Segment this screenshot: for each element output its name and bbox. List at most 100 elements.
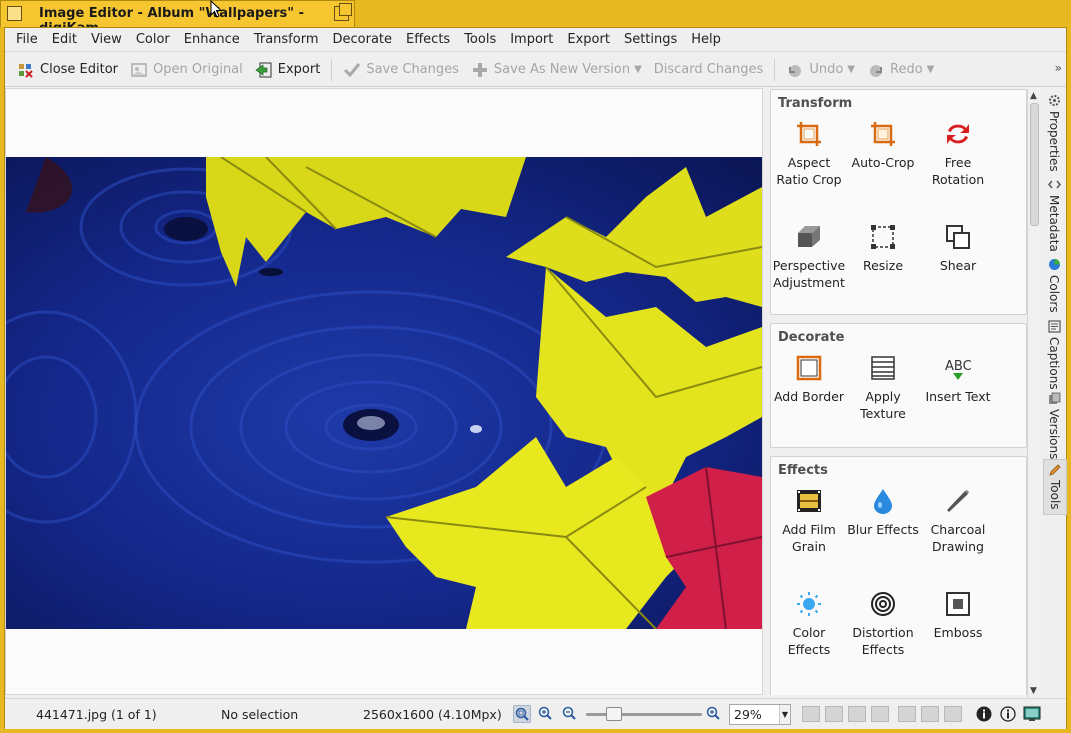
close-editor-icon	[17, 61, 35, 79]
distortion-icon	[869, 590, 897, 618]
tool-apply-texture[interactable]: Apply Texture	[845, 354, 921, 422]
resize-icon	[869, 223, 897, 251]
redo-button[interactable]: Redo ▼	[861, 55, 940, 85]
preview-split-horizontal-icon[interactable]	[848, 706, 866, 722]
blur-drop-icon	[869, 487, 897, 515]
tab-captions[interactable]: Captions	[1043, 317, 1067, 390]
tool-label: Aspect Ratio Crop	[776, 155, 842, 187]
save-new-version-label: Save As New Version	[493, 62, 631, 77]
menu-decorate[interactable]: Decorate	[325, 32, 399, 47]
tool-add-film-grain[interactable]: Add Film Grain	[771, 487, 847, 555]
tab-properties[interactable]: Properties	[1043, 91, 1067, 173]
tool-aspect-ratio-crop[interactable]: Aspect Ratio Crop	[771, 120, 847, 188]
menu-file[interactable]: File	[9, 32, 45, 47]
menu-color[interactable]: Color	[129, 32, 177, 47]
tool-charcoal-drawing[interactable]: Charcoal Drawing	[920, 487, 996, 555]
tab-versions[interactable]: Versions	[1043, 389, 1067, 460]
mouse-cursor-icon	[210, 0, 223, 22]
tool-label: Free Rotation	[931, 155, 985, 187]
menu-settings[interactable]: Settings	[617, 32, 684, 47]
preview-target-icon[interactable]	[921, 706, 939, 722]
zoom-level-value: 29%	[734, 707, 762, 722]
film-grain-icon	[795, 487, 823, 515]
tool-color-effects[interactable]: Color Effects	[771, 590, 847, 658]
chevron-down-icon[interactable]: ▼	[927, 64, 935, 75]
menu-help[interactable]: Help	[684, 32, 728, 47]
zoom-in-button[interactable]	[537, 705, 555, 723]
tool-auto-crop[interactable]: Auto-Crop	[845, 120, 921, 171]
tool-perspective-adjustment[interactable]: Perspective Adjustment	[771, 223, 847, 291]
color-managed-view-icon[interactable]	[1023, 705, 1041, 723]
menu-export[interactable]: Export	[560, 32, 617, 47]
open-original-label: Open Original	[153, 62, 243, 77]
info-filled-icon[interactable]	[975, 705, 993, 723]
menu-tools[interactable]: Tools	[457, 32, 503, 47]
info-outline-icon[interactable]	[999, 705, 1017, 723]
tab-label: Versions	[1047, 409, 1061, 460]
tool-insert-text[interactable]: ABC Insert Text	[920, 354, 996, 405]
chevron-down-icon[interactable]: ▼	[779, 705, 790, 724]
tab-colors[interactable]: Colors	[1043, 255, 1067, 315]
zoom-level-combo[interactable]: 29% ▼	[729, 704, 791, 725]
export-icon	[255, 61, 273, 79]
window-menu-icon[interactable]	[7, 6, 22, 21]
zoom-slider[interactable]	[586, 707, 702, 721]
editor-window: File Edit View Color Enhance Transform D…	[4, 27, 1067, 729]
window-restore-icon[interactable]	[334, 3, 352, 21]
toolbar-separator	[331, 58, 333, 81]
preview-original-icon[interactable]	[802, 706, 820, 722]
preview-split-vertical-icon[interactable]	[871, 706, 889, 722]
zoom-in-max-button[interactable]	[705, 705, 723, 723]
tool-label: Perspective Adjustment	[772, 258, 846, 290]
menu-view[interactable]: View	[84, 32, 129, 47]
menu-bar: File Edit View Color Enhance Transform D…	[5, 28, 1066, 52]
discard-changes-button[interactable]: Discard Changes	[648, 55, 770, 85]
menu-import[interactable]: Import	[503, 32, 560, 47]
tool-resize[interactable]: Resize	[845, 223, 921, 274]
tab-metadata[interactable]: Metadata	[1043, 175, 1067, 253]
tool-label: Emboss	[933, 625, 983, 640]
decorate-group: Decorate Add Border Apply Texture ABC In…	[770, 323, 1027, 448]
preview-mask-icon[interactable]	[944, 706, 962, 722]
tool-shear[interactable]: Shear	[920, 223, 996, 274]
menu-enhance[interactable]: Enhance	[177, 32, 247, 47]
preview-side-by-side-icon[interactable]	[825, 706, 843, 722]
preview-mode-icon[interactable]	[898, 706, 916, 722]
redo-icon	[867, 61, 885, 79]
close-editor-button[interactable]: Close Editor	[11, 55, 124, 85]
window-titlebar[interactable]: Image Editor - Album "Wallpapers" - digi…	[0, 0, 355, 36]
scroll-up-icon[interactable]: ▲	[1030, 91, 1037, 101]
chevron-down-icon[interactable]: ▼	[634, 64, 642, 75]
menu-effects[interactable]: Effects	[399, 32, 457, 47]
menu-transform[interactable]: Transform	[247, 32, 326, 47]
tool-distortion-effects[interactable]: Distortion Effects	[845, 590, 921, 658]
undo-icon	[786, 61, 804, 79]
zoom-out-button[interactable]	[561, 705, 579, 723]
menu-edit[interactable]: Edit	[45, 32, 84, 47]
save-new-version-button[interactable]: Save As New Version ▼	[465, 55, 648, 85]
zoom-slider-handle[interactable]	[606, 707, 622, 721]
color-effects-icon	[795, 590, 823, 618]
scrollbar-thumb[interactable]	[1030, 103, 1039, 226]
toolbar-overflow-button[interactable]: »	[1055, 61, 1062, 75]
export-button[interactable]: Export	[249, 55, 327, 85]
undo-button[interactable]: Undo ▼	[780, 55, 861, 85]
open-original-button[interactable]: Open Original	[124, 55, 249, 85]
image-canvas[interactable]	[5, 88, 763, 695]
tool-emboss[interactable]: Emboss	[920, 590, 996, 641]
tools-panel-scrollbar[interactable]: ▲ ▼	[1027, 89, 1041, 698]
tool-label: Distortion Effects	[852, 625, 914, 657]
tab-tools[interactable]: Tools	[1043, 459, 1067, 515]
effects-group: Effects Add Film Grain Blur Effects Char…	[770, 456, 1027, 695]
zoom-fit-button[interactable]	[513, 705, 531, 723]
tab-label: Captions	[1047, 337, 1061, 390]
scroll-down-icon[interactable]: ▼	[1030, 686, 1037, 696]
tool-blur-effects[interactable]: Blur Effects	[845, 487, 921, 538]
save-changes-button[interactable]: Save Changes	[337, 55, 465, 85]
chevron-down-icon[interactable]: ▼	[847, 64, 855, 75]
tool-add-border[interactable]: Add Border	[771, 354, 847, 405]
insert-text-icon: ABC	[944, 354, 972, 382]
tool-free-rotation[interactable]: Free Rotation	[920, 120, 996, 188]
open-original-icon	[130, 61, 148, 79]
emboss-icon	[944, 590, 972, 618]
